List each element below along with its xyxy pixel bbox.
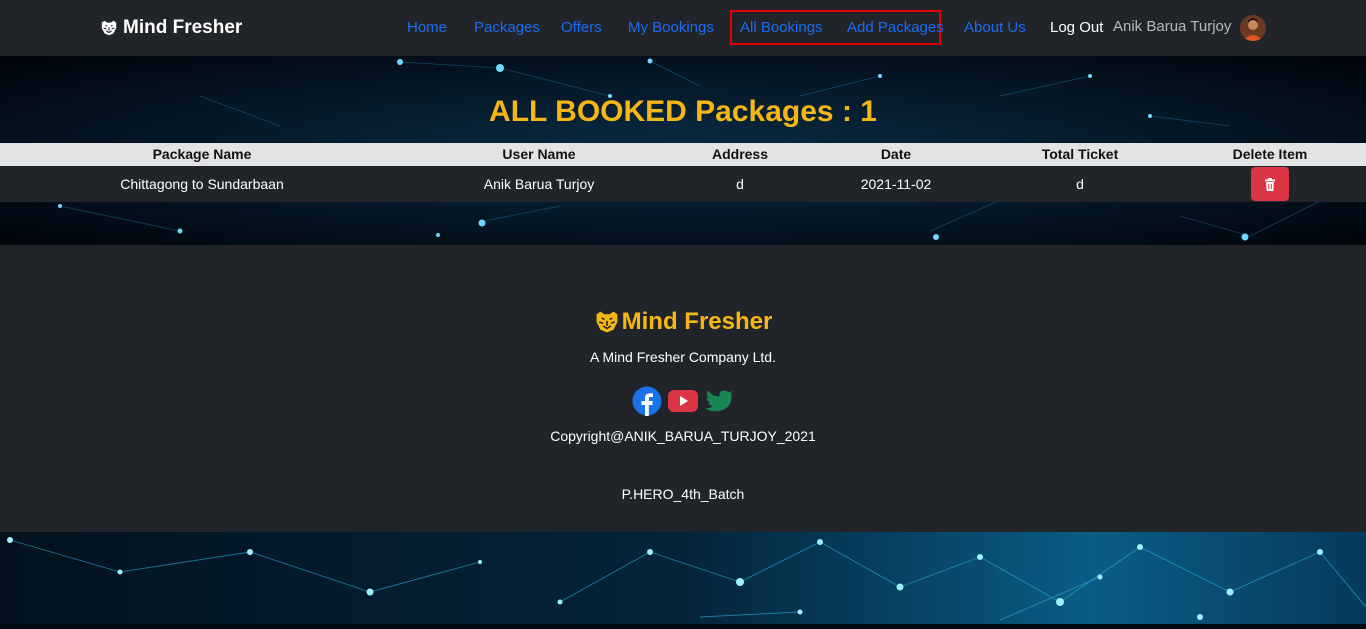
footer-batch: P.HERO_4th_Batch [621, 486, 745, 502]
network-background-bottom [0, 532, 1366, 624]
cell-address: d [736, 176, 744, 192]
nav-about-us[interactable]: About Us [964, 19, 1026, 37]
table-header: Package Name User Name Address Date Tota… [0, 143, 1366, 166]
brand-logo-link[interactable]: Mind Fresher [100, 16, 242, 40]
youtube-icon[interactable] [668, 386, 698, 416]
delete-booking-button[interactable] [1251, 167, 1289, 201]
footer-tagline: A Mind Fresher Company Ltd. [590, 349, 776, 365]
user-name: Anik Barua Turjoy [1113, 18, 1232, 35]
cell-date: 2021-11-02 [860, 176, 932, 192]
nav-home[interactable]: Home [407, 19, 447, 37]
nav-add-packages[interactable]: Add Packages [847, 19, 944, 37]
column-header-delete-item: Delete Item [1232, 146, 1308, 162]
column-header-date: Date [880, 146, 912, 162]
nav-my-bookings[interactable]: My Bookings [628, 19, 714, 37]
cell-package-name: Chittagong to Sundarbaan [120, 176, 284, 192]
tiger-logo-icon [101, 20, 117, 36]
twitter-icon[interactable] [704, 386, 734, 416]
nav-all-bookings[interactable]: All Bookings [740, 19, 823, 37]
page-title: ALL BOOKED Packages : 1 [489, 95, 877, 128]
avatar[interactable] [1240, 15, 1266, 41]
footer-brand-name: Mind Fresher [621, 308, 773, 335]
facebook-icon[interactable] [632, 386, 662, 416]
tiger-logo-icon [596, 311, 618, 333]
logout-button[interactable]: Log Out [1050, 19, 1103, 37]
cell-total-ticket: d [1076, 176, 1084, 192]
nav-offers[interactable]: Offers [561, 19, 602, 37]
cell-user-name: Anik Barua Turjoy [483, 176, 595, 192]
social-links [0, 386, 1366, 416]
column-header-address: Address [711, 146, 769, 162]
column-header-package-name: Package Name [152, 146, 252, 162]
user-avatar-icon [1240, 15, 1266, 41]
column-header-total-ticket: Total Ticket [1041, 146, 1119, 162]
trash-icon [1265, 177, 1275, 191]
footer-copyright: Copyright@ANIK_BARUA_TURJOY_2021 [550, 428, 816, 444]
brand-name: Mind Fresher [123, 17, 243, 38]
footer: Mind Fresher A Mind Fresher Company Ltd.… [0, 245, 1366, 532]
nav-packages[interactable]: Packages [474, 19, 540, 37]
column-header-user-name: User Name [502, 146, 576, 162]
footer-brand: Mind Fresher [0, 307, 1366, 337]
top-navbar: Mind Fresher Home Packages Offers My Boo… [0, 0, 1366, 56]
table-row: Chittagong to Sundarbaan Anik Barua Turj… [0, 166, 1366, 202]
